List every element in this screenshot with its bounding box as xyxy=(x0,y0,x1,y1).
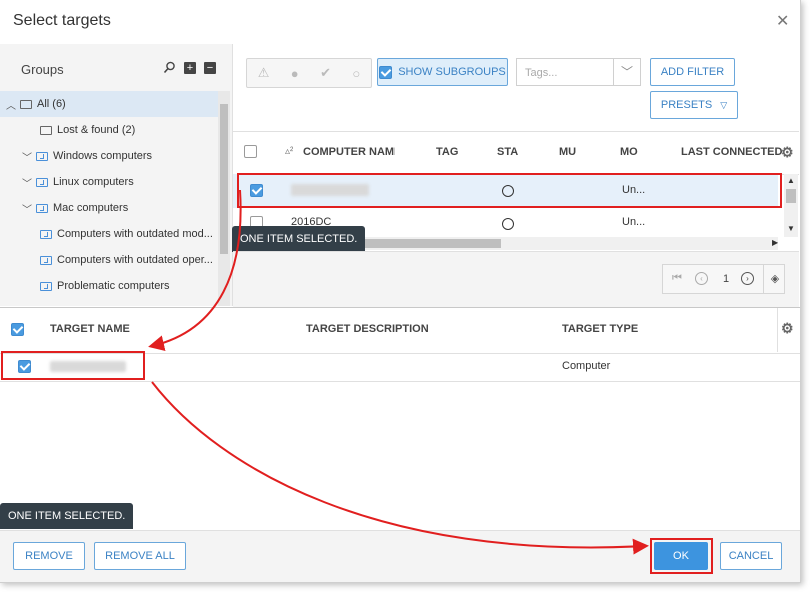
arrow-target-to-ok xyxy=(151,381,649,555)
arrow-row-to-target xyxy=(148,189,242,352)
annotation-arrows xyxy=(148,189,649,555)
select-targets-dialog: Select targets ✕ Groups + − ︿ All (6) Lo… xyxy=(0,0,801,583)
